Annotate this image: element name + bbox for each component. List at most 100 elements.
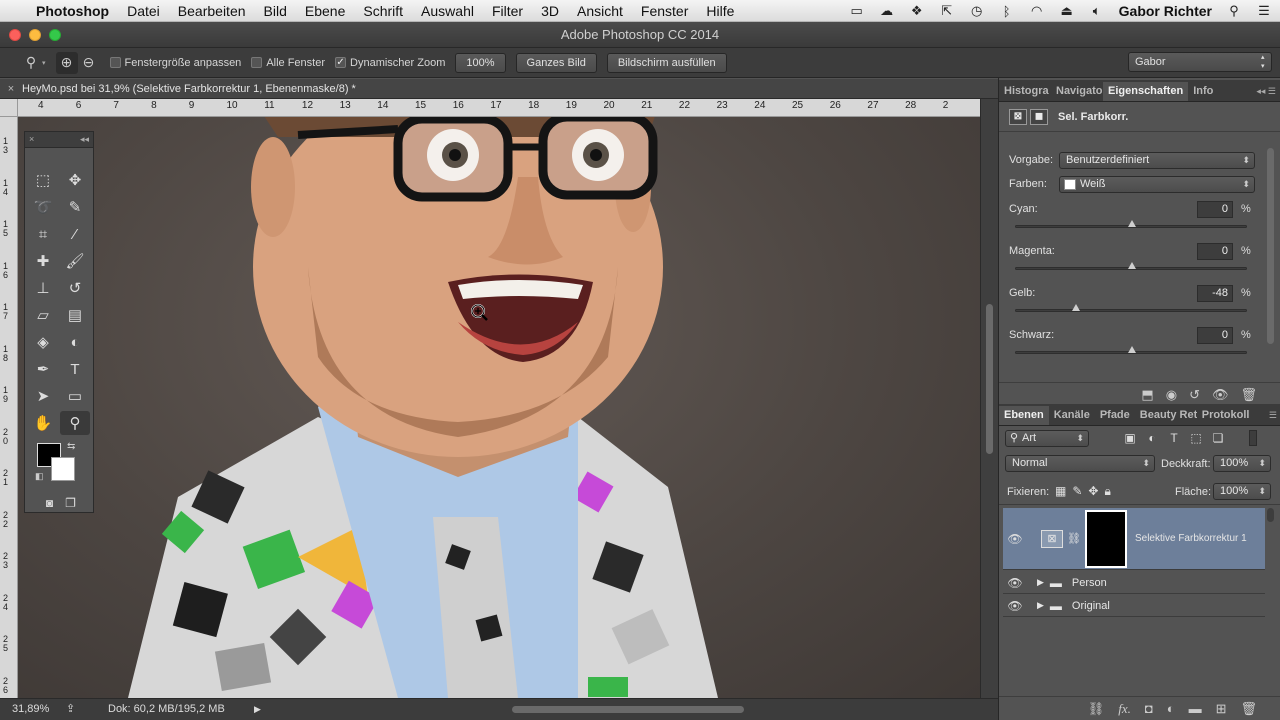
tab-paths[interactable]: Pfade (1095, 406, 1135, 425)
filter-pixel-layers-icon[interactable]: ▣ (1119, 429, 1141, 447)
link-layers-icon[interactable]: ⛓ (1088, 701, 1105, 717)
tab-layers[interactable]: Ebenen (999, 406, 1049, 425)
layer-row-person[interactable]: 👁︎ ▶ ▬ Person (1003, 572, 1265, 594)
filter-type-layers-icon[interactable]: T (1163, 429, 1185, 447)
ruler-origin[interactable] (0, 99, 18, 117)
filter-shape-layers-icon[interactable]: ⬚ (1185, 429, 1207, 447)
menu-bearbeiten[interactable]: Bearbeiten (178, 3, 246, 19)
layer-visibility-eye-icon[interactable]: 👁︎ (1003, 599, 1027, 613)
canvas-vertical-scroll-thumb[interactable] (986, 304, 993, 454)
layer-row-original[interactable]: 👁︎ ▶ ▬ Original (1003, 595, 1265, 617)
mask-link-chain-icon[interactable]: ⛓ (1067, 532, 1081, 545)
reset-adjustment-icon[interactable]: ↺ (1189, 387, 1200, 403)
cyan-slider-handle[interactable] (1128, 220, 1136, 227)
wifi-icon[interactable]: ◠ (1029, 3, 1045, 18)
filter-adjustment-layers-icon[interactable]: ◐ (1141, 429, 1163, 447)
magenta-slider-handle[interactable] (1128, 262, 1136, 269)
tab-channels[interactable]: Kanäle (1049, 406, 1095, 425)
fit-screen-button[interactable]: Ganzes Bild (515, 52, 597, 73)
layer-style-fx-icon[interactable]: fx. (1118, 701, 1131, 717)
workspace-select[interactable]: Gabor (1128, 52, 1272, 72)
eyedropper-tool-icon[interactable]: ⁄ (60, 222, 90, 246)
fit-window-checkbox[interactable] (109, 57, 121, 68)
type-tool-icon[interactable]: T (60, 357, 90, 381)
lock-transparent-pixels-icon[interactable]: ▦ (1055, 484, 1066, 499)
layer-name[interactable]: Selektive Farbkorrektur 1 (1135, 533, 1247, 544)
layer-visibility-eye-icon[interactable]: 👁︎ (1003, 532, 1027, 546)
layer-name[interactable]: Person (1072, 577, 1107, 589)
menu-filter[interactable]: Filter (492, 3, 523, 19)
collapse-double-chevron-icon[interactable]: ◂◂ (80, 134, 89, 145)
zoom-level[interactable]: 31,89% (12, 699, 49, 719)
black-value-input[interactable]: 0 (1197, 327, 1233, 344)
clip-to-layer-icon[interactable]: ⬒ (1141, 387, 1153, 403)
vertical-ruler[interactable]: 1 3 1 4 1 5 1 6 1 7 1 8 1 9 2 0 2 1 2 2 2 3 2 4 2 5 2… (0, 117, 18, 698)
spotlight-search-icon[interactable]: ⚲ (1226, 3, 1242, 18)
new-group-icon[interactable]: ▬ (1189, 701, 1202, 716)
view-previous-icon[interactable]: ◉ (1166, 387, 1177, 403)
magenta-slider-track[interactable] (1015, 262, 1247, 270)
dodge-tool-icon[interactable]: ◐ (60, 330, 90, 354)
opacity-input[interactable]: 100% (1213, 455, 1271, 472)
quick-mask-icon[interactable]: ◙ (39, 491, 60, 515)
blend-mode-select[interactable]: Normal (1005, 455, 1155, 472)
menubar-user-name[interactable]: Gabor Richter (1119, 3, 1212, 19)
dropbox-icon[interactable]: ❖ (909, 3, 925, 18)
menu-app-photoshop[interactable]: Photoshop (36, 3, 109, 19)
tab-properties[interactable]: Eigenschaften (1103, 82, 1189, 101)
filter-toggle-switch[interactable] (1249, 430, 1257, 446)
screen-share-icon[interactable]: ⇱ (939, 3, 955, 18)
quick-selection-tool-icon[interactable]: ✎ (60, 195, 90, 219)
lock-all-icon[interactable]: 🔒︎ (1104, 484, 1110, 499)
close-document-icon[interactable]: × (0, 79, 22, 99)
colors-select[interactable]: Weiß (1059, 176, 1255, 193)
tab-history[interactable]: Protokoll (1197, 406, 1255, 425)
horizontal-ruler[interactable]: 4 6 7 8 9 10 11 12 13 14 15 16 17 18 19 20 21 22 23 24 25 26 2… (18, 99, 980, 117)
layer-visibility-eye-icon[interactable]: 👁︎ (1003, 576, 1027, 590)
menu-schrift[interactable]: Schrift (363, 3, 403, 19)
background-color-swatch[interactable] (51, 457, 75, 481)
new-layer-icon[interactable]: ⊞ (1216, 701, 1227, 717)
group-expand-arrow-icon[interactable]: ▶ (1037, 577, 1044, 588)
menu-3d[interactable]: 3D (541, 3, 559, 19)
scrubby-zoom-checkbox[interactable]: ✓ (335, 57, 347, 68)
zoom-tool-preset-icon[interactable]: ⚲ (20, 52, 42, 74)
menu-auswahl[interactable]: Auswahl (421, 3, 474, 19)
hand-tool-icon[interactable]: ✋ (28, 411, 58, 435)
properties-panel-menu-icon[interactable]: ◂◂ ☰ (1256, 86, 1276, 97)
zoom-tool-icon[interactable]: ⚲ (60, 411, 90, 435)
tab-navigator[interactable]: Navigato (1051, 82, 1103, 101)
layer-mask-icon[interactable]: ◼ (1030, 108, 1048, 125)
history-brush-tool-icon[interactable]: ↺ (60, 276, 90, 300)
menu-datei[interactable]: Datei (127, 3, 160, 19)
swap-colors-icon[interactable]: ⇆ (67, 441, 75, 452)
layer-filter-select[interactable]: ⚲ Art (1005, 429, 1089, 447)
black-slider-track[interactable] (1015, 346, 1247, 354)
fill-screen-button[interactable]: Bildschirm ausfüllen (606, 52, 727, 73)
delete-adjustment-icon[interactable]: 🗑︎ (1240, 387, 1257, 403)
yellow-slider-track[interactable] (1015, 304, 1247, 312)
tools-panel-header[interactable]: × ◂◂ (25, 132, 93, 148)
pen-tool-icon[interactable]: ✒ (28, 357, 58, 381)
move-tool-icon[interactable]: ✥ (60, 168, 90, 192)
clone-stamp-tool-icon[interactable]: ⊥ (28, 276, 58, 300)
group-expand-arrow-icon[interactable]: ▶ (1037, 600, 1044, 611)
yellow-value-input[interactable]: -48 (1197, 285, 1233, 302)
rectangle-tool-icon[interactable]: ▭ (60, 384, 90, 408)
crop-tool-icon[interactable]: ⌗ (28, 222, 58, 246)
zoom-in-icon[interactable]: ⊕ (55, 51, 78, 74)
all-windows-checkbox[interactable] (251, 57, 263, 68)
export-icon[interactable]: ⇪ (66, 699, 75, 719)
minimize-window-button[interactable] (29, 29, 41, 41)
bluetooth-icon[interactable]: ᛒ (999, 4, 1015, 19)
close-window-button[interactable] (9, 29, 21, 41)
time-machine-icon[interactable]: ◷ (969, 3, 985, 18)
menu-ebene[interactable]: Ebene (305, 3, 345, 19)
brush-tool-icon[interactable]: 🖌︎ (60, 249, 90, 273)
tool-preset-chevron-down-icon[interactable]: ▾ (42, 59, 46, 67)
lasso-tool-icon[interactable]: ➰ (28, 195, 58, 219)
healing-brush-tool-icon[interactable]: ✚ (28, 249, 58, 273)
delete-layer-icon[interactable]: 🗑︎ (1240, 701, 1257, 717)
default-colors-icon[interactable]: ◧ (35, 471, 44, 482)
canvas-horizontal-scroll-thumb[interactable] (512, 706, 744, 713)
